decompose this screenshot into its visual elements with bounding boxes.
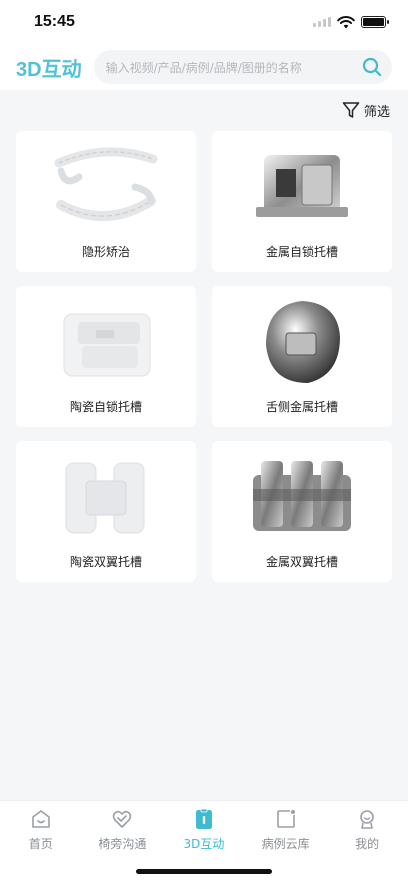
tab-profile[interactable]: 我的 <box>327 807 407 883</box>
search-bar[interactable]: 输入视频/产品/病例/品牌/图册的名称 <box>93 50 392 84</box>
card-label: 陶瓷双翼托槽 <box>69 555 142 569</box>
tab-label: 3D互动 <box>183 837 225 851</box>
product-card-lingual-metal[interactable]: 舌侧金属托槽 <box>212 286 392 427</box>
home-icon <box>29 807 53 831</box>
case-library-icon <box>274 807 298 831</box>
clear-aligner-image <box>51 141 161 233</box>
heart-chat-icon <box>110 807 134 831</box>
card-label: 金属自锁托槽 <box>265 245 338 259</box>
product-grid: 隐形矫治 金属自锁托槽 陶瓷自锁托槽 舌侧金属托槽 陶瓷双翼托槽 金属双翼托槽 <box>16 131 392 582</box>
tab-label: 我的 <box>355 837 380 851</box>
cellular-signal-icon <box>313 17 331 27</box>
tab-label: 病例云库 <box>261 837 310 851</box>
page-title: 3D互动 <box>16 58 82 81</box>
metal-self-ligating-bracket-image <box>247 141 357 233</box>
product-card-ceramic-twin[interactable]: 陶瓷双翼托槽 <box>16 441 196 582</box>
filter-button[interactable]: 筛选 <box>342 100 390 120</box>
lingual-metal-bracket-image <box>247 296 357 388</box>
filter-icon <box>342 102 360 118</box>
product-card-clear-aligner[interactable]: 隐形矫治 <box>16 131 196 272</box>
status-time: 15:45 <box>34 13 75 30</box>
battery-icon <box>361 16 389 28</box>
home-indicator <box>136 869 272 874</box>
ceramic-twin-bracket-image <box>51 451 161 543</box>
tab-label: 椅旁沟通 <box>98 837 147 851</box>
search-input[interactable]: 输入视频/产品/病例/品牌/图册的名称 <box>106 59 362 76</box>
product-card-ceramic-self-ligating[interactable]: 陶瓷自锁托槽 <box>16 286 196 427</box>
product-card-metal-self-ligating[interactable]: 金属自锁托槽 <box>212 131 392 272</box>
status-icons <box>313 15 389 29</box>
filter-label: 筛选 <box>363 104 390 120</box>
product-card-metal-twin[interactable]: 金属双翼托槽 <box>212 441 392 582</box>
profile-icon <box>355 807 379 831</box>
3d-interact-icon <box>192 807 216 831</box>
card-label: 金属双翼托槽 <box>265 555 338 569</box>
header: 3D互动 输入视频/产品/病例/品牌/图册的名称 <box>0 44 408 90</box>
ceramic-self-ligating-bracket-image <box>51 296 161 388</box>
search-icon[interactable] <box>362 57 382 77</box>
tab-home[interactable]: 首页 <box>1 807 81 883</box>
card-label: 舌侧金属托槽 <box>265 400 338 414</box>
metal-twin-bracket-image <box>247 451 357 543</box>
tab-label: 首页 <box>28 837 53 851</box>
wifi-icon <box>337 15 355 28</box>
status-bar: 15:45 <box>0 0 408 44</box>
card-label: 隐形矫治 <box>81 245 130 259</box>
card-label: 陶瓷自锁托槽 <box>69 400 142 414</box>
